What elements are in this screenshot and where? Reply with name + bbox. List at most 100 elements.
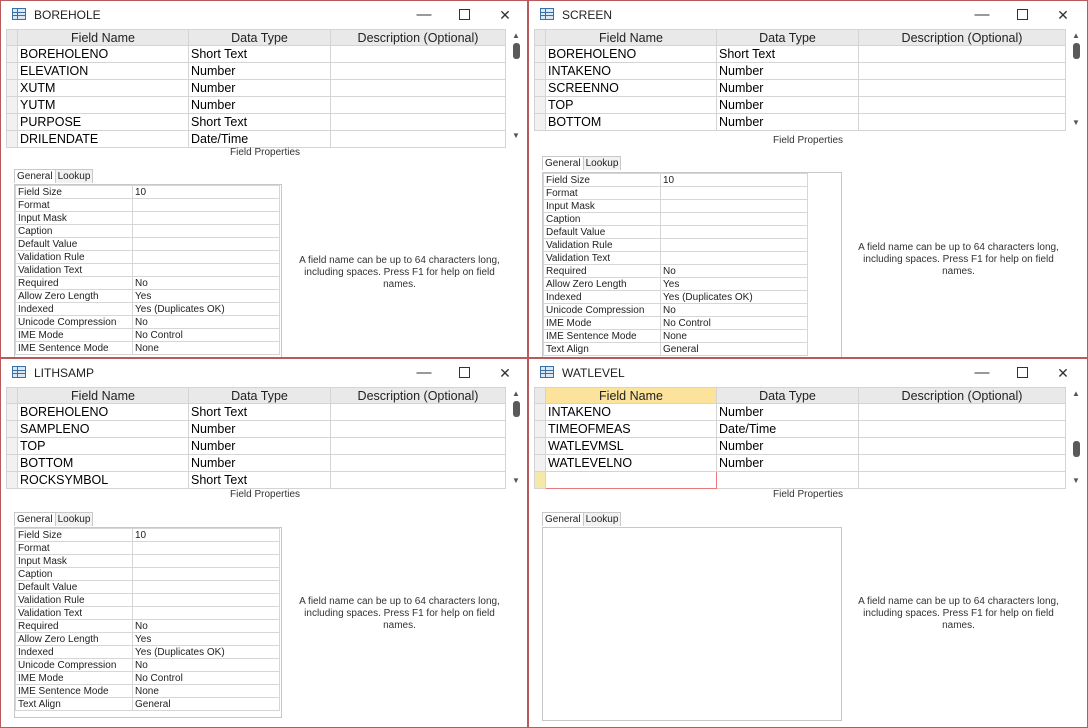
property-row[interactable]: IME Mode No Control <box>15 328 280 342</box>
description-cell[interactable] <box>858 113 1066 131</box>
property-row[interactable]: Text Align General <box>15 697 280 711</box>
field-name-cell[interactable]: INTAKENO <box>545 62 717 80</box>
table-row[interactable]: PURPOSE Short Text <box>6 113 506 131</box>
property-value[interactable]: No <box>132 315 280 329</box>
field-name-cell[interactable]: WATLEVELNO <box>545 454 717 472</box>
description-cell[interactable] <box>858 45 1066 63</box>
scroll-up-arrow-icon[interactable]: ▲ <box>512 389 520 398</box>
data-type-cell[interactable]: Number <box>716 79 859 97</box>
property-value[interactable] <box>132 593 280 607</box>
property-row[interactable]: IME Mode No Control <box>543 316 808 330</box>
table-row[interactable]: INTAKENO Number <box>534 62 1066 80</box>
data-type-cell[interactable]: Number <box>716 437 859 455</box>
property-row[interactable]: Indexed Yes (Duplicates OK) <box>15 302 280 316</box>
maximize-button[interactable] <box>1009 363 1035 383</box>
new-row[interactable] <box>534 471 1066 489</box>
property-row[interactable]: Validation Text <box>15 606 280 620</box>
data-type-cell[interactable]: Number <box>188 96 331 114</box>
column-header-description[interactable]: Description (Optional) <box>330 387 506 404</box>
property-row[interactable]: Indexed Yes (Duplicates OK) <box>15 645 280 659</box>
property-row[interactable]: Caption <box>15 567 280 581</box>
table-row[interactable]: SAMPLENO Number <box>6 420 506 438</box>
tab-lookup[interactable]: Lookup <box>582 156 622 170</box>
data-type-cell[interactable] <box>716 471 859 489</box>
column-header-data-type[interactable]: Data Type <box>716 387 859 404</box>
row-selector[interactable] <box>534 96 546 114</box>
property-row[interactable]: Required No <box>15 619 280 633</box>
property-value[interactable] <box>132 211 280 225</box>
column-header-field-name[interactable]: Field Name <box>545 29 717 46</box>
description-cell[interactable] <box>858 62 1066 80</box>
description-cell[interactable] <box>858 437 1066 455</box>
property-value[interactable]: No <box>132 658 280 672</box>
table-row[interactable]: INTAKENO Number <box>534 403 1066 421</box>
table-row[interactable]: WATLEVMSL Number <box>534 437 1066 455</box>
row-selector[interactable] <box>6 403 18 421</box>
property-value[interactable] <box>660 199 808 213</box>
property-row[interactable]: Caption <box>543 212 808 226</box>
property-row[interactable]: Indexed Yes (Duplicates OK) <box>543 290 808 304</box>
data-type-cell[interactable]: Number <box>188 62 331 80</box>
minimize-button[interactable]: — <box>969 5 995 25</box>
table-row[interactable]: TOP Number <box>534 96 1066 114</box>
property-value[interactable] <box>132 606 280 620</box>
property-row[interactable]: IME Sentence Mode None <box>543 329 808 343</box>
row-selector[interactable] <box>6 437 18 455</box>
description-cell[interactable] <box>330 420 506 438</box>
row-selector[interactable] <box>6 113 18 131</box>
table-row[interactable]: XUTM Number <box>6 79 506 97</box>
field-name-cell[interactable]: DRILENDATE <box>17 130 189 148</box>
property-value[interactable]: No Control <box>660 316 808 330</box>
property-row[interactable]: IME Sentence Mode None <box>15 684 280 698</box>
property-row[interactable]: Format <box>15 541 280 555</box>
property-value[interactable] <box>132 541 280 555</box>
property-value[interactable] <box>132 250 280 264</box>
data-type-cell[interactable]: Number <box>716 454 859 472</box>
property-row[interactable]: Default Value <box>15 580 280 594</box>
description-cell[interactable] <box>330 62 506 80</box>
field-name-cell[interactable]: INTAKENO <box>545 403 717 421</box>
row-selector[interactable] <box>534 62 546 80</box>
property-row[interactable]: Caption <box>15 224 280 238</box>
data-type-cell[interactable]: Number <box>188 454 331 472</box>
column-header-data-type[interactable]: Data Type <box>716 29 859 46</box>
description-cell[interactable] <box>330 437 506 455</box>
property-value[interactable]: No Control <box>132 328 280 342</box>
scroll-thumb[interactable] <box>1073 441 1080 457</box>
description-cell[interactable] <box>330 130 506 148</box>
property-value[interactable]: None <box>132 341 280 355</box>
property-value[interactable]: Yes (Duplicates OK) <box>132 645 280 659</box>
scroll-thumb[interactable] <box>513 43 520 59</box>
property-value[interactable] <box>660 212 808 226</box>
property-row[interactable]: Default Value <box>15 237 280 251</box>
column-header-data-type[interactable]: Data Type <box>188 29 331 46</box>
field-name-cell[interactable] <box>545 471 717 489</box>
row-selector[interactable] <box>6 79 18 97</box>
data-type-cell[interactable]: Number <box>716 403 859 421</box>
row-selector[interactable] <box>6 62 18 80</box>
property-row[interactable]: Input Mask <box>15 554 280 568</box>
property-value[interactable]: No <box>660 264 808 278</box>
scroll-down-arrow-icon[interactable]: ▼ <box>1072 118 1080 127</box>
column-header-field-name[interactable]: Field Name <box>545 387 717 404</box>
table-row[interactable]: YUTM Number <box>6 96 506 114</box>
property-row[interactable]: Field Size 10 <box>15 185 280 199</box>
property-row[interactable]: IME Mode No Control <box>15 671 280 685</box>
titlebar[interactable]: SCREEN — ✕ <box>529 1 1087 29</box>
data-type-cell[interactable]: Number <box>716 113 859 131</box>
data-type-cell[interactable]: Number <box>188 437 331 455</box>
field-name-cell[interactable]: TOP <box>17 437 189 455</box>
property-row[interactable]: Format <box>543 186 808 200</box>
property-value[interactable] <box>660 186 808 200</box>
property-row[interactable]: Unicode Compression No <box>15 658 280 672</box>
table-row[interactable]: ROCKSYMBOL Short Text <box>6 471 506 489</box>
property-value[interactable] <box>132 554 280 568</box>
property-row[interactable]: Format <box>15 198 280 212</box>
tab-general[interactable]: General <box>542 156 584 170</box>
column-header-description[interactable]: Description (Optional) <box>330 29 506 46</box>
property-value[interactable] <box>132 224 280 238</box>
property-value[interactable]: No <box>132 276 280 290</box>
property-row[interactable]: Unicode Compression No <box>15 315 280 329</box>
tab-general[interactable]: General <box>14 169 56 183</box>
tab-general[interactable]: General <box>14 512 56 526</box>
